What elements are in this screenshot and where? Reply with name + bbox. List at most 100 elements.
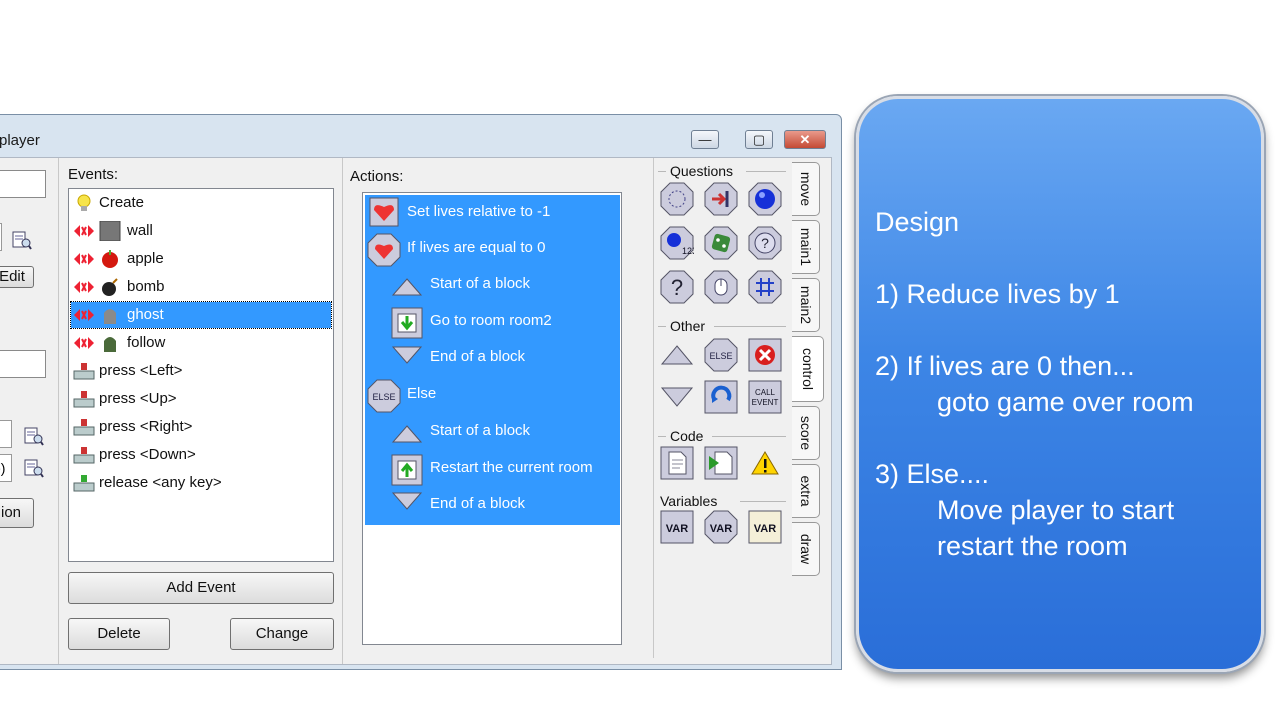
lightbulb-icon — [73, 193, 95, 213]
design-notes-panel: Design 1) Reduce lives by 1 2) If lives … — [856, 96, 1264, 672]
tab-main1[interactable]: main1 — [792, 220, 820, 274]
event-collision-ghost[interactable]: ghost — [70, 301, 332, 329]
window-title: player — [0, 132, 40, 149]
block-end-icon — [391, 491, 423, 513]
events-list[interactable]: Create wall apple bomb ghost follow pres… — [68, 188, 334, 562]
object-properties-window: player — ▢ ✕ Edit d e) ion Events: Creat — [0, 114, 842, 670]
group-variables-label: Variables — [660, 493, 718, 509]
tab-move[interactable]: move — [792, 162, 820, 216]
check-question-icon[interactable]: ? — [748, 226, 782, 260]
svg-text:VAR: VAR — [710, 523, 732, 535]
collision-icon — [73, 249, 95, 269]
action-restart-room[interactable]: Restart the current room — [430, 459, 593, 476]
restart-room-icon — [391, 454, 423, 486]
palette-else-icon[interactable]: ELSE — [704, 338, 738, 372]
test-instance-count-icon[interactable]: 123 — [660, 226, 697, 260]
mask-browse-icon[interactable] — [24, 458, 44, 478]
events-label: Events: — [68, 166, 119, 183]
change-event-button[interactable]: Change — [230, 618, 334, 650]
collision-icon — [73, 277, 95, 297]
palette-block-start-icon[interactable] — [660, 338, 694, 372]
action-end-block-2[interactable]: End of a block — [430, 495, 525, 512]
ghost-sprite-icon — [99, 305, 121, 325]
mask-select[interactable]: e) — [0, 454, 12, 482]
event-release-any-key[interactable]: release <any key> — [71, 470, 331, 496]
event-collision-wall[interactable]: wall — [71, 218, 331, 244]
depth-input[interactable] — [0, 350, 46, 378]
event-press-down[interactable]: press <Down> — [71, 442, 331, 468]
action-end-block[interactable]: End of a block — [430, 348, 525, 365]
show-information-button[interactable]: ion — [0, 498, 34, 528]
test-expression-icon[interactable]: ? — [660, 270, 694, 304]
design-step-1: 1) Reduce lives by 1 — [875, 279, 1120, 309]
action-if-lives[interactable]: If lives are equal to 0 — [407, 239, 545, 256]
sprite-select[interactable] — [0, 223, 2, 251]
heart-question-icon — [367, 233, 401, 267]
group-line — [740, 501, 786, 502]
check-grid-icon[interactable] — [748, 270, 782, 304]
check-empty-icon[interactable] — [660, 182, 694, 216]
goto-room-icon — [391, 307, 423, 339]
tab-score[interactable]: score — [792, 406, 820, 460]
tab-main2[interactable]: main2 — [792, 278, 820, 332]
maximize-button[interactable]: ▢ — [745, 130, 773, 149]
event-press-up[interactable]: press <Up> — [71, 386, 331, 412]
parent-browse-icon[interactable] — [24, 426, 44, 446]
check-collision-icon[interactable] — [704, 182, 738, 216]
call-event-icon[interactable]: CALL EVENT — [748, 380, 782, 414]
warning-icon[interactable] — [748, 446, 782, 480]
svg-text:CALL: CALL — [755, 388, 776, 397]
design-step-3-detail-2: restart the room — [937, 531, 1128, 561]
comment-icon[interactable] — [660, 446, 694, 480]
event-collision-apple[interactable]: apple — [71, 246, 331, 272]
parent-select[interactable] — [0, 420, 12, 448]
event-press-left[interactable]: press <Left> — [71, 358, 331, 384]
minimize-button[interactable]: — — [691, 130, 719, 149]
title-bar[interactable]: player — ▢ ✕ — [0, 115, 841, 163]
design-step-2-detail: goto game over room — [937, 387, 1194, 417]
event-collision-follow[interactable]: follow — [71, 330, 331, 356]
tab-draw[interactable]: draw — [792, 522, 820, 576]
add-event-button[interactable]: Add Event — [68, 572, 334, 604]
edit-sprite-button[interactable]: Edit — [0, 266, 34, 288]
close-button[interactable]: ✕ — [784, 130, 826, 149]
test-chance-icon[interactable] — [704, 226, 738, 260]
group-line — [658, 326, 666, 327]
wall-sprite-icon — [99, 220, 121, 242]
svg-text:?: ? — [671, 275, 683, 300]
event-collision-bomb[interactable]: bomb — [71, 274, 331, 300]
delete-event-button[interactable]: Delete — [68, 618, 170, 650]
event-press-right[interactable]: press <Right> — [71, 414, 331, 440]
check-object-icon[interactable] — [748, 182, 782, 216]
svg-text:VAR: VAR — [666, 523, 688, 535]
panel-divider — [58, 158, 59, 664]
name-input[interactable] — [0, 170, 46, 198]
tab-extra[interactable]: extra — [792, 464, 820, 518]
apple-sprite-icon — [99, 249, 121, 269]
execute-code-icon[interactable] — [704, 446, 738, 480]
window-client: Edit d e) ion Events: Create wall — [0, 157, 832, 665]
action-start-block-2[interactable]: Start of a block — [430, 422, 530, 439]
exit-event-icon[interactable] — [748, 338, 782, 372]
action-else[interactable]: Else — [407, 385, 436, 402]
svg-text:123: 123 — [682, 246, 694, 256]
actions-list[interactable]: Set lives relative to -1 If lives are eq… — [362, 192, 622, 645]
check-mouse-icon[interactable] — [704, 270, 738, 304]
design-title: Design — [875, 207, 960, 237]
repeat-icon[interactable] — [704, 380, 738, 414]
test-variable-icon[interactable]: VAR — [704, 510, 738, 544]
group-other-label: Other — [670, 318, 706, 334]
minimize-icon: — — [698, 132, 712, 147]
sprite-browse-icon[interactable] — [12, 230, 32, 250]
palette-block-end-icon[interactable] — [660, 380, 694, 414]
block-end-icon — [391, 345, 423, 367]
draw-variable-icon[interactable]: VAR — [748, 510, 782, 544]
action-goto-room[interactable]: Go to room room2 — [430, 312, 552, 329]
event-create[interactable]: Create — [71, 190, 331, 216]
set-variable-icon[interactable]: VAR — [660, 510, 694, 544]
tab-control[interactable]: control — [792, 336, 824, 402]
action-set-lives[interactable]: Set lives relative to -1 — [407, 203, 550, 220]
action-start-block[interactable]: Start of a block — [430, 275, 530, 292]
close-icon: ✕ — [799, 132, 811, 147]
keyboard-icon — [73, 361, 95, 381]
